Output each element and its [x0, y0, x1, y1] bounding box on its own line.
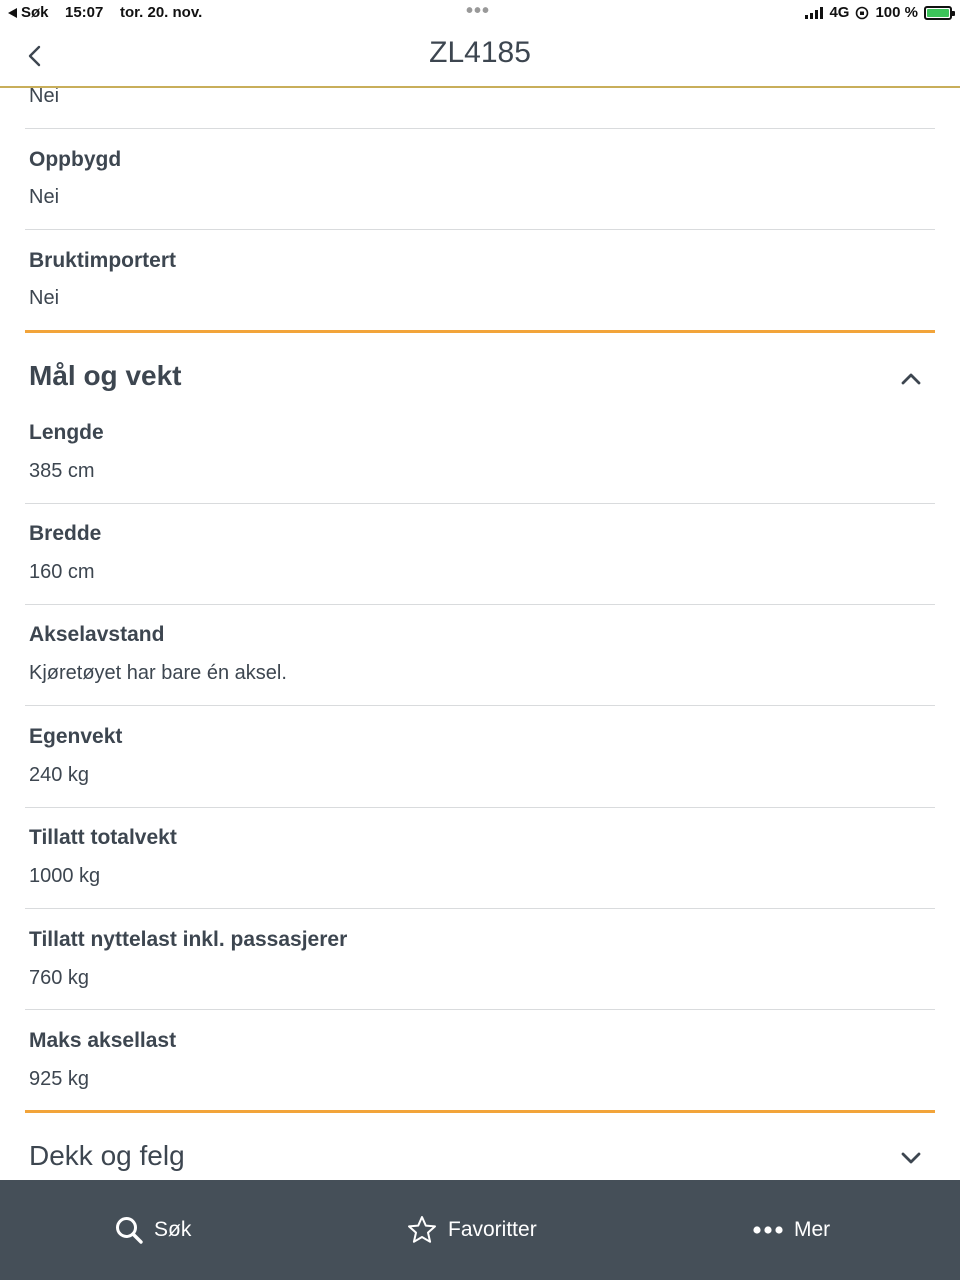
field-value: 385 cm [29, 460, 95, 482]
field-label: Akselavstand [29, 623, 165, 646]
tab-more[interactable]: Mer [752, 1210, 830, 1250]
section-divider [25, 1110, 935, 1113]
bottom-tab-bar: Søk Favoritter Mer [0, 1180, 960, 1280]
status-indicators: 4G 100 % [805, 4, 955, 21]
chevron-up-icon [901, 373, 921, 385]
back-triangle-icon [8, 7, 17, 18]
field-value: Kjøretøyet har bare én aksel. [29, 662, 287, 684]
orientation-lock-icon [856, 6, 869, 19]
battery-charging-icon [924, 5, 955, 20]
field-label: Egenvekt [29, 725, 123, 748]
field-bredde: Bredde 160 cm [25, 504, 935, 604]
status-date: tor. 20. nov. [120, 4, 203, 21]
field-egenvekt: Egenvekt 240 kg [25, 706, 935, 807]
tab-label: Søk [154, 1218, 192, 1241]
section-title: Dekk og felg [29, 1140, 185, 1171]
status-time: 15:07 [65, 4, 104, 21]
navigation-bar: ZL4185 [0, 26, 960, 88]
field-label: Tillatt nyttelast inkl. passasjerer [29, 928, 348, 951]
field-label: Bruktimportert [29, 249, 177, 272]
field-label: Oppbygd [29, 148, 122, 171]
tab-label: Favoritter [448, 1218, 537, 1241]
section-header-maal-og-vekt[interactable]: Mål og vekt [25, 350, 935, 410]
field-label: Maks aksellast [29, 1029, 177, 1052]
search-icon [116, 1217, 143, 1244]
network-label: 4G [829, 4, 850, 21]
more-dots-icon [753, 1226, 783, 1234]
field-lengde: Lengde 385 cm [25, 406, 935, 503]
field-label: Lengde [29, 421, 104, 444]
chevron-down-icon [901, 1152, 921, 1164]
section-divider [25, 330, 935, 333]
field-value: Nei [29, 186, 60, 208]
tab-favorites[interactable]: Favoritter [406, 1210, 537, 1250]
star-icon [408, 1216, 436, 1243]
field-label: Tillatt totalvekt [29, 826, 177, 849]
field-value: 925 kg [29, 1068, 90, 1090]
field-maks-aksellast: Maks aksellast 925 kg [25, 1010, 935, 1110]
field-oppbygd: Oppbygd Nei [25, 129, 935, 229]
field-akselavstand: Akselavstand Kjøretøyet har bare én akse… [25, 605, 935, 705]
partial-field: Nei [25, 88, 935, 128]
section-header-dekk-og-felg[interactable]: Dekk og felg [25, 1130, 935, 1180]
field-label: Bredde [29, 522, 102, 545]
battery-percent: 100 % [875, 4, 918, 21]
field-tillatt-nyttelast: Tillatt nyttelast inkl. passasjerer 760 … [25, 909, 935, 1009]
field-tillatt-totalvekt: Tillatt totalvekt 1000 kg [25, 808, 935, 908]
status-bar: Søk 15:07 tor. 20. nov. ••• 4G 100 % [0, 0, 960, 26]
section-title: Mål og vekt [29, 360, 182, 391]
tab-search[interactable]: Søk [114, 1210, 191, 1250]
back-app-label: Søk [21, 4, 49, 21]
field-value: Nei [29, 88, 60, 107]
field-value: 760 kg [29, 967, 90, 989]
page-title: ZL4185 [429, 36, 531, 69]
field-value: 240 kg [29, 764, 90, 786]
tab-label: Mer [794, 1218, 831, 1241]
field-bruktimportert: Bruktimportert Nei [25, 230, 935, 330]
field-value: 160 cm [29, 561, 95, 583]
field-value: 1000 kg [29, 865, 101, 887]
back-to-app-link[interactable]: Søk [8, 4, 49, 21]
field-value: Nei [29, 287, 60, 309]
vehicle-details-content[interactable]: Nei Oppbygd Nei Bruktimportert Nei Mål o… [0, 88, 960, 1180]
signal-icon [805, 6, 824, 19]
multitasking-dots-icon[interactable]: ••• [466, 0, 490, 23]
